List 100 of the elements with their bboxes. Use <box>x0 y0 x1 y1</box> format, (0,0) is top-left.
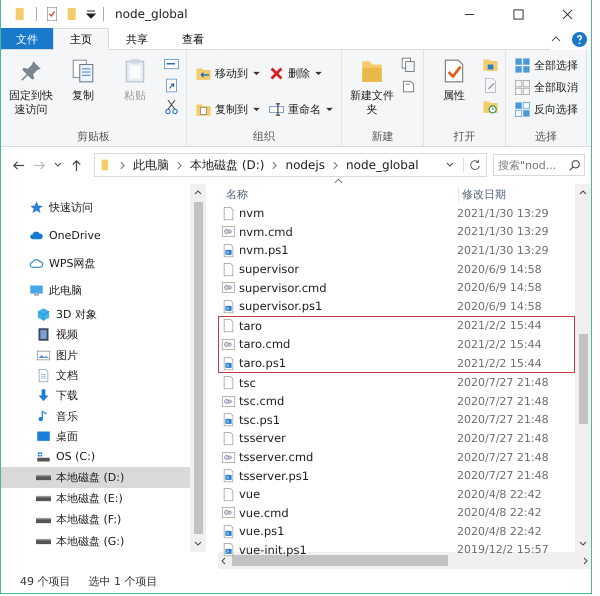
file-date: 2020/6/9 14:58 <box>456 262 542 276</box>
search-field[interactable]: 搜索"nod... <box>493 154 585 176</box>
gear-file-icon <box>221 505 236 520</box>
sidebar-item[interactable]: OneDrive <box>1 222 190 250</box>
file-date: 2021/1/30 13:29 <box>456 206 549 220</box>
ribbon-button[interactable]: 复制 <box>59 54 107 129</box>
sidebar-item[interactable]: 音乐 <box>1 406 190 426</box>
dropdown-icon[interactable] <box>86 9 96 19</box>
refresh-icon[interactable] <box>463 158 482 172</box>
scrollbar[interactable] <box>575 184 591 552</box>
sidebar-item[interactable]: 本地磁盘 (G:) <box>1 530 190 552</box>
sidebar-item[interactable]: 本地磁盘 (D:) <box>1 466 190 488</box>
sidebar-item[interactable]: 3D 对象 <box>1 304 190 325</box>
sidebar-item[interactable]: 视频 <box>1 324 190 346</box>
file-name[interactable]: vue.cmd <box>219 505 453 520</box>
ribbon-button[interactable]: 反向选择 <box>512 100 580 119</box>
invert-selection-icon <box>514 101 531 118</box>
scrollbar[interactable] <box>190 184 206 552</box>
sidebar-item[interactable]: 本地磁盘 (F:) <box>1 509 190 531</box>
file-name[interactable]: taro.cmd <box>219 336 453 352</box>
file-name[interactable]: supervisor.ps1 <box>219 298 453 314</box>
sidebar-item[interactable]: OS (C:) <box>1 446 190 467</box>
ribbon-button[interactable]: 全部选择 <box>512 56 580 75</box>
file-name[interactable]: nvm <box>219 206 453 221</box>
file-date: 2019/12/2 15:57 <box>456 543 549 556</box>
file-name[interactable]: supervisor.cmd <box>219 280 453 296</box>
sidebar-item[interactable]: 文档 <box>1 365 190 386</box>
ribbon-tab[interactable]: 主页 <box>53 28 109 50</box>
file-name[interactable]: taro.ps1 <box>219 356 453 371</box>
sidebar-item[interactable]: 图片 <box>1 345 190 366</box>
file-name[interactable]: nvm.ps1 <box>219 242 453 258</box>
sidebar-item[interactable]: 快速访问 <box>1 194 190 222</box>
sidebar-item[interactable]: 此电脑 <box>1 276 190 304</box>
maximize-icon[interactable] <box>513 8 524 20</box>
column-header[interactable]: 名称 <box>218 186 458 202</box>
file-name[interactable]: vue <box>219 486 453 502</box>
scrollbar-thumb[interactable] <box>578 334 588 424</box>
window-title: node_global <box>115 7 188 21</box>
system-drive-icon <box>36 449 51 464</box>
file-name[interactable]: tsc.ps1 <box>219 412 453 428</box>
file-name[interactable]: tsserver <box>219 430 453 446</box>
script-file-icon <box>221 412 236 428</box>
file-icon <box>221 262 236 277</box>
rename-icon <box>268 100 285 118</box>
breadcrumb[interactable]: nodejs <box>285 158 326 172</box>
computer-icon <box>29 283 44 298</box>
column-header[interactable]: 修改日期 <box>458 186 506 202</box>
file-icon <box>221 486 236 502</box>
sidebar-item[interactable]: 桌面 <box>1 426 190 446</box>
file-name[interactable]: tsc <box>219 375 453 390</box>
shortcut-icon <box>163 77 180 94</box>
breadcrumb[interactable]: node_global <box>346 158 419 172</box>
ribbon-button[interactable]: 移动到 <box>193 64 262 84</box>
scrollbar-thumb[interactable] <box>232 555 448 566</box>
file-icon <box>221 430 236 446</box>
sidebar-item[interactable]: 下载 <box>1 386 190 406</box>
cube-icon <box>36 307 51 322</box>
breadcrumb[interactable]: 此电脑 <box>133 156 169 174</box>
sidebar-item[interactable]: 本地磁盘 (E:) <box>1 488 190 510</box>
ribbon-button[interactable]: 全部取消 <box>512 78 580 97</box>
selection-count: 选中 1 个项目 <box>88 574 158 588</box>
file-date: 2020/4/8 22:42 <box>456 488 542 501</box>
ribbon-button[interactable]: 重命名 <box>266 100 335 119</box>
file-name[interactable]: supervisor <box>219 262 453 277</box>
chevron-right-icon <box>120 160 125 170</box>
caret-icon <box>326 106 333 112</box>
ribbon-button[interactable]: 新建文件夹 <box>348 54 396 129</box>
file-date: 2021/2/2 15:44 <box>456 319 542 332</box>
help-icon[interactable] <box>572 32 587 46</box>
file-icon <box>221 206 236 221</box>
breadcrumb[interactable]: 本地磁盘 (D:) <box>190 156 264 174</box>
ribbon-button[interactable]: 固定到快速访问 <box>7 54 55 129</box>
file-name[interactable]: taro <box>219 318 453 334</box>
file-date: 2020/7/27 21:48 <box>456 394 549 408</box>
script-file-icon <box>221 356 236 371</box>
ribbon-button[interactable]: 删除 <box>266 64 335 84</box>
file-name[interactable]: vue.ps1 <box>219 524 453 539</box>
properties-icon[interactable] <box>44 5 60 23</box>
file-name[interactable]: vue-init.ps1 <box>219 542 453 558</box>
file-name[interactable]: nvm.cmd <box>219 224 453 240</box>
sort-caret-icon <box>334 178 343 184</box>
scissors-icon <box>163 98 180 115</box>
item-count: 49 个项目 <box>20 574 70 588</box>
file-date: 2020/7/27 21:48 <box>456 432 549 445</box>
select-none-icon <box>514 79 531 96</box>
file-name[interactable]: tsserver.ps1 <box>219 468 453 484</box>
address-bar[interactable]: 此电脑 本地磁盘 (D:) nodejs node_global <box>94 153 487 177</box>
ribbon-button[interactable]: 复制到 <box>193 100 262 119</box>
star-icon <box>29 200 44 216</box>
group-label: 组织 <box>252 129 276 144</box>
file-menu-tab[interactable]: 文件 <box>1 28 53 50</box>
ribbon-button[interactable]: 属性 <box>430 54 478 129</box>
scrollbar-thumb[interactable] <box>194 202 202 534</box>
file-date: 2021/1/30 13:29 <box>456 244 549 257</box>
sidebar-item[interactable]: WPS网盘 <box>1 249 190 277</box>
group-label: 打开 <box>452 129 476 144</box>
file-name[interactable]: tsc.cmd <box>219 394 453 409</box>
file-name[interactable]: tsserver.cmd <box>219 450 453 465</box>
gear-file-icon <box>221 394 236 409</box>
close-icon[interactable] <box>562 8 573 20</box>
